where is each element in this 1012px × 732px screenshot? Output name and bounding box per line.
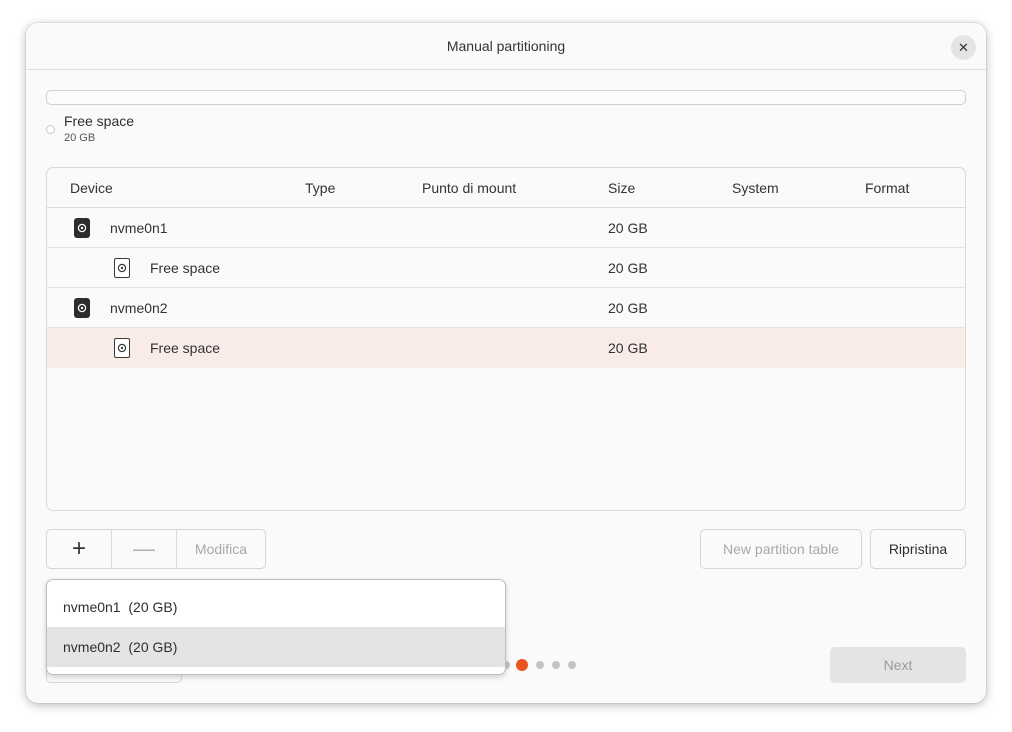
close-icon: ✕ — [958, 39, 969, 55]
partition-table: Device Type Punto di mount Size System F… — [46, 167, 966, 511]
drive-icon — [74, 298, 90, 318]
partition-icon — [114, 338, 130, 358]
dropdown-option-nvme0n2[interactable]: nvme0n2 (20 GB) — [47, 627, 505, 667]
device-dropdown-menu: nvme0n1 (20 GB) nvme0n2 (20 GB) — [46, 579, 506, 675]
title-bar: Manual partitioning ✕ — [26, 23, 986, 70]
page-dot — [536, 661, 544, 669]
new-partition-table-button[interactable]: New partition table — [700, 529, 862, 569]
table-row[interactable]: nvme0n2 20 GB — [47, 288, 965, 328]
legend-label: Free space — [64, 113, 135, 129]
reset-button[interactable]: Ripristina — [870, 529, 966, 569]
window-title: Manual partitioning — [446, 38, 566, 54]
installer-window: Manual partitioning ✕ Free space 20 GB D… — [26, 23, 986, 703]
column-system[interactable]: System — [732, 180, 779, 196]
legend-size: 20 GB — [64, 132, 96, 144]
row-size: 20 GB — [608, 300, 648, 316]
minus-icon: — — [133, 536, 155, 561]
table-header: Device Type Punto di mount Size System F… — [47, 168, 965, 208]
row-device: nvme0n1 — [110, 220, 168, 236]
column-mount-point[interactable]: Punto di mount — [422, 180, 516, 196]
modify-partition-button[interactable]: Modifica — [176, 530, 265, 568]
page-dot — [568, 661, 576, 669]
next-button[interactable]: Next — [830, 647, 966, 683]
column-format[interactable]: Format — [865, 180, 909, 196]
row-size: 20 GB — [608, 260, 648, 276]
row-size: 20 GB — [608, 340, 648, 356]
row-device: Free space — [150, 260, 221, 276]
drive-icon — [74, 218, 90, 238]
column-size[interactable]: Size — [608, 180, 635, 196]
close-button[interactable]: ✕ — [951, 35, 976, 60]
remove-partition-button[interactable]: — — [111, 530, 176, 568]
add-partition-button[interactable]: + — [47, 530, 111, 568]
dropdown-option-nvme0n1[interactable]: nvme0n1 (20 GB) — [47, 587, 505, 627]
column-type[interactable]: Type — [305, 180, 335, 196]
table-row[interactable]: Free space 20 GB — [47, 248, 965, 288]
table-row[interactable]: nvme0n1 20 GB — [47, 208, 965, 248]
free-space-swatch-icon — [46, 125, 55, 134]
row-size: 20 GB — [608, 220, 648, 236]
page-dot — [552, 661, 560, 669]
partition-icon — [114, 258, 130, 278]
column-device[interactable]: Device — [70, 180, 113, 196]
page-dot-active — [516, 659, 528, 671]
table-row-selected[interactable]: Free space 20 GB — [47, 328, 965, 368]
row-device: Free space — [150, 340, 221, 356]
partition-actions: + — Modifica — [46, 529, 266, 569]
disk-usage-bar — [46, 90, 966, 105]
plus-icon: + — [71, 535, 86, 562]
row-device: nvme0n2 — [110, 300, 168, 316]
